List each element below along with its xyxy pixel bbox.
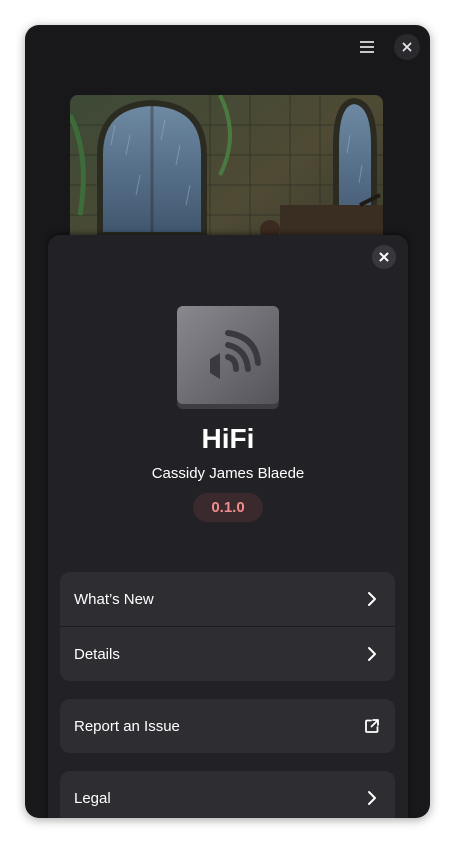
report-issue-row[interactable]: Report an Issue	[60, 699, 395, 753]
speaker-icon	[177, 306, 279, 409]
issue-group: Report an Issue	[60, 699, 395, 753]
hamburger-menu-icon	[360, 41, 374, 53]
details-label: Details	[74, 645, 120, 663]
chevron-right-icon	[363, 590, 381, 608]
chevron-right-icon	[363, 645, 381, 663]
legal-label: Legal	[74, 789, 111, 807]
dialog-close-button[interactable]	[372, 245, 396, 269]
app-window: HiFi Cassidy James Blaede 0.1.0 What’s N…	[25, 25, 430, 818]
about-dialog: HiFi Cassidy James Blaede 0.1.0 What’s N…	[48, 235, 408, 818]
legal-group: Legal	[60, 771, 395, 818]
app-icon	[176, 305, 280, 409]
whats-new-label: What’s New	[74, 590, 154, 608]
info-group: What’s New Details	[60, 572, 395, 681]
legal-row[interactable]: Legal	[60, 771, 395, 818]
details-row[interactable]: Details	[60, 626, 395, 681]
window-close-button[interactable]	[394, 34, 420, 60]
main-menu-button[interactable]	[354, 34, 380, 60]
app-name: HiFi	[201, 423, 255, 454]
whats-new-row[interactable]: What’s New	[60, 572, 395, 626]
close-icon	[402, 42, 412, 52]
report-issue-label: Report an Issue	[74, 717, 180, 735]
version-badge[interactable]: 0.1.0	[193, 493, 263, 522]
close-icon	[379, 252, 389, 262]
external-link-icon	[363, 717, 381, 735]
developer-name: Cassidy James Blaede	[151, 465, 305, 482]
chevron-right-icon	[363, 789, 381, 807]
